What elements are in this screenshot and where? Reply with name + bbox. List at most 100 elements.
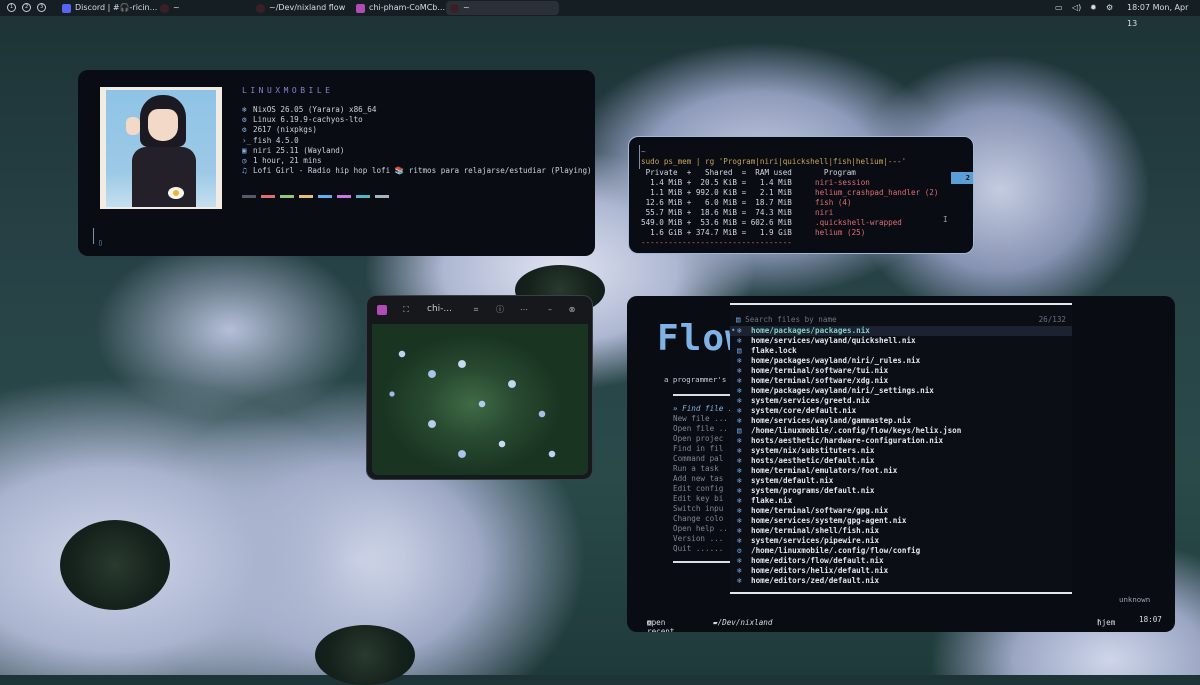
file-list-item[interactable]: • ❄ home/packages/packages.nix — [730, 326, 1072, 336]
menu-item[interactable]: » Find file .. — [673, 404, 737, 414]
program-name: helium (25) — [815, 228, 866, 237]
fullscreen-icon[interactable]: ⛶ — [401, 305, 411, 315]
music-icon: ♫ — [242, 166, 247, 176]
kernel-icon: ⚙ — [242, 115, 247, 125]
settings-icon[interactable]: ⚙ — [1106, 0, 1113, 16]
file-list-item[interactable]: ❄ system/nix/substituters.nix — [730, 446, 1072, 456]
menu-item[interactable]: Switch inpu — [673, 504, 737, 514]
file-path: home/packages/packages.nix — [751, 326, 870, 335]
ps-mem-terminal-window[interactable]: ~ sudo ps_mem | rg 'Program|niri|quicksh… — [628, 136, 974, 254]
file-picker[interactable]: ▤ Search files by name 26/132 • ❄ home/pac… — [730, 303, 1072, 594]
status-bar: ▤ open recent ▰ ~/Dev/nixland ᚴ hjem 18:… — [627, 612, 1175, 632]
file-list-item[interactable]: ❄ home/editors/flow/default.nix — [730, 556, 1072, 566]
file-list-item[interactable]: ▤ flake.lock — [730, 346, 1072, 356]
menu-item[interactable]: Open file .. — [673, 424, 737, 434]
task-terminal-active[interactable]: ~ — [446, 1, 559, 15]
terminal-icon — [450, 4, 459, 13]
camera-icon[interactable]: ▭ — [1055, 0, 1063, 16]
image-viewer-window[interactable]: ⛶ chi-... ⌗ ⓘ ⋯ – ⊗ — [366, 295, 593, 480]
close-icon[interactable]: ⊗ — [567, 305, 577, 315]
fetch-terminal-window[interactable]: LINUXMOBILE ❄ NixOS 26.05 (Yarara) x86_64… — [78, 70, 595, 256]
minimize-icon[interactable]: – — [545, 305, 555, 315]
flow-editor-window[interactable]: Flow a programmer's » Find file .. New f… — [627, 296, 1175, 632]
program-name: .quickshell-wrapped — [815, 218, 902, 227]
file-list-item[interactable]: ❄ system/default.nix — [730, 476, 1072, 486]
info-text: Linux 6.19.9-cachyos-lto — [253, 115, 363, 125]
task-terminal[interactable]: ~ — [156, 1, 213, 15]
task-image-viewer[interactable]: chi-pham-CoMCb... — [352, 1, 459, 15]
flower-center — [60, 520, 170, 610]
file-path: hosts/aesthetic/hardware-configuration.n… — [751, 436, 944, 445]
file-list-item[interactable]: ❄ system/core/default.nix — [730, 406, 1072, 416]
file-list-item[interactable]: ▤ /home/linuxmobile/.config/flow/keys/hel… — [730, 426, 1072, 436]
nix-file-icon: ❄ — [737, 356, 742, 365]
page-badge: 2 — [951, 172, 973, 184]
menu-item[interactable]: Run a task — [673, 464, 737, 474]
info-os: ❄ NixOS 26.05 (Yarara) x86_64 — [242, 105, 592, 115]
terminal-icon — [256, 4, 265, 13]
color-swatch — [261, 195, 275, 198]
task-discord[interactable]: Discord | #🎧-ricin... — [58, 1, 167, 15]
file-list-item[interactable]: ❄ home/packages/wayland/niri/_settings.ni… — [730, 386, 1072, 396]
search-files-input[interactable]: ▤ Search files by name — [736, 315, 837, 324]
volume-icon[interactable]: ◁) — [1072, 0, 1081, 16]
menu-item[interactable]: New file ... — [673, 414, 737, 424]
file-path: home/services/wayland/gammastep.nix — [751, 416, 912, 425]
app-icon[interactable] — [377, 305, 387, 315]
nix-file-icon: ❄ — [737, 386, 742, 395]
task-flow-terminal[interactable]: ~/Dev/nixland flow — [252, 1, 364, 15]
file-list-item[interactable]: ❄ home/services/wayland/quickshell.nix — [730, 336, 1072, 346]
nix-file-icon: ❄ — [737, 436, 742, 445]
menu-item[interactable]: Edit config — [673, 484, 737, 494]
result-count: 26/132 — [1038, 315, 1066, 324]
home-menu: » Find file .. New file ... Open file ..… — [673, 404, 737, 554]
file-list-item[interactable]: ❄ home/terminal/software/xdg.nix — [730, 376, 1072, 386]
nix-file-icon: ❄ — [737, 506, 742, 515]
package-icon: ⚙ — [242, 125, 247, 135]
brightness-icon[interactable]: ✹ — [1090, 0, 1097, 16]
file-list-item[interactable]: ❄ home/packages/wayland/niri/_rules.nix — [730, 356, 1072, 366]
file-list-item[interactable]: ❄ hosts/aesthetic/default.nix — [730, 456, 1072, 466]
file-list-item[interactable]: ❄ system/services/pipewire.nix — [730, 536, 1072, 546]
color-swatch — [356, 195, 370, 198]
info-icon[interactable]: ⓘ — [495, 305, 505, 315]
nix-file-icon: ❄ — [737, 396, 742, 405]
file-list-item[interactable]: ❄ home/terminal/software/gpg.nix — [730, 506, 1072, 516]
file-list-item[interactable]: ❄ home/services/wayland/gammastep.nix — [730, 416, 1072, 426]
info-text: Lofi Girl - Radio hip hop lofi 📚 ritmos … — [253, 166, 592, 176]
crop-icon[interactable]: ⌗ — [471, 305, 481, 315]
menu-item[interactable]: Change colo — [673, 514, 737, 524]
host-title: LINUXMOBILE — [242, 86, 334, 95]
more-icon[interactable]: ⋯ — [519, 305, 529, 315]
file-list-item[interactable]: ⚙ /home/linuxmobile/.config/flow/config — [730, 546, 1072, 556]
menu-item[interactable]: Open help .. — [673, 524, 737, 534]
file-list-item[interactable]: ❄ home/terminal/emulators/foot.nix — [730, 466, 1072, 476]
program-name: niri — [815, 208, 834, 217]
menu-item[interactable]: Edit key bi — [673, 494, 737, 504]
flower-photo — [372, 324, 588, 475]
file-path: home/packages/wayland/niri/_settings.nix — [751, 386, 934, 395]
file-list-item[interactable]: ❄ home/editors/zed/default.nix — [730, 576, 1072, 586]
table-row: 12.6 MiB + 6.0 MiB = 18.7 MiB — [641, 198, 792, 207]
file-list-item[interactable]: ❄ system/programs/default.nix — [730, 486, 1072, 496]
menu-item[interactable]: Version ... — [673, 534, 737, 544]
menu-item[interactable]: Open projec — [673, 434, 737, 444]
menu-item[interactable]: Add new tas — [673, 474, 737, 484]
nix-file-icon: ❄ — [737, 456, 742, 465]
file-list-item[interactable]: ❄ system/services/greetd.nix — [730, 396, 1072, 406]
file-list-item[interactable]: ❄ home/terminal/shell/fish.nix — [730, 526, 1072, 536]
table-header: Private + Shared = RAM used Program — [641, 168, 856, 177]
file-list-item[interactable]: ❄ hosts/aesthetic/hardware-configuration.… — [730, 436, 1072, 446]
menu-item[interactable]: Find in fil — [673, 444, 737, 454]
file-path: home/services/system/gpg-agent.nix — [751, 516, 907, 525]
menu-item[interactable]: Quit ...... — [673, 544, 737, 554]
file-list-item[interactable]: ❄ home/services/system/gpg-agent.nix — [730, 516, 1072, 526]
file-list-item[interactable]: ❄ flake.nix — [730, 496, 1072, 506]
file-list-item[interactable]: ❄ home/terminal/software/tui.nix — [730, 366, 1072, 376]
file-path: flake.nix — [751, 496, 793, 505]
file-list-item[interactable]: ❄ home/editors/helix/default.nix — [730, 566, 1072, 576]
table-row: 1.6 GiB + 374.7 MiB = 1.9 GiB — [641, 228, 792, 237]
task-label: ~/Dev/nixland flow — [269, 3, 346, 12]
menu-item[interactable]: Command pal — [673, 454, 737, 464]
info-text: 2617 (nixpkgs) — [253, 125, 318, 135]
